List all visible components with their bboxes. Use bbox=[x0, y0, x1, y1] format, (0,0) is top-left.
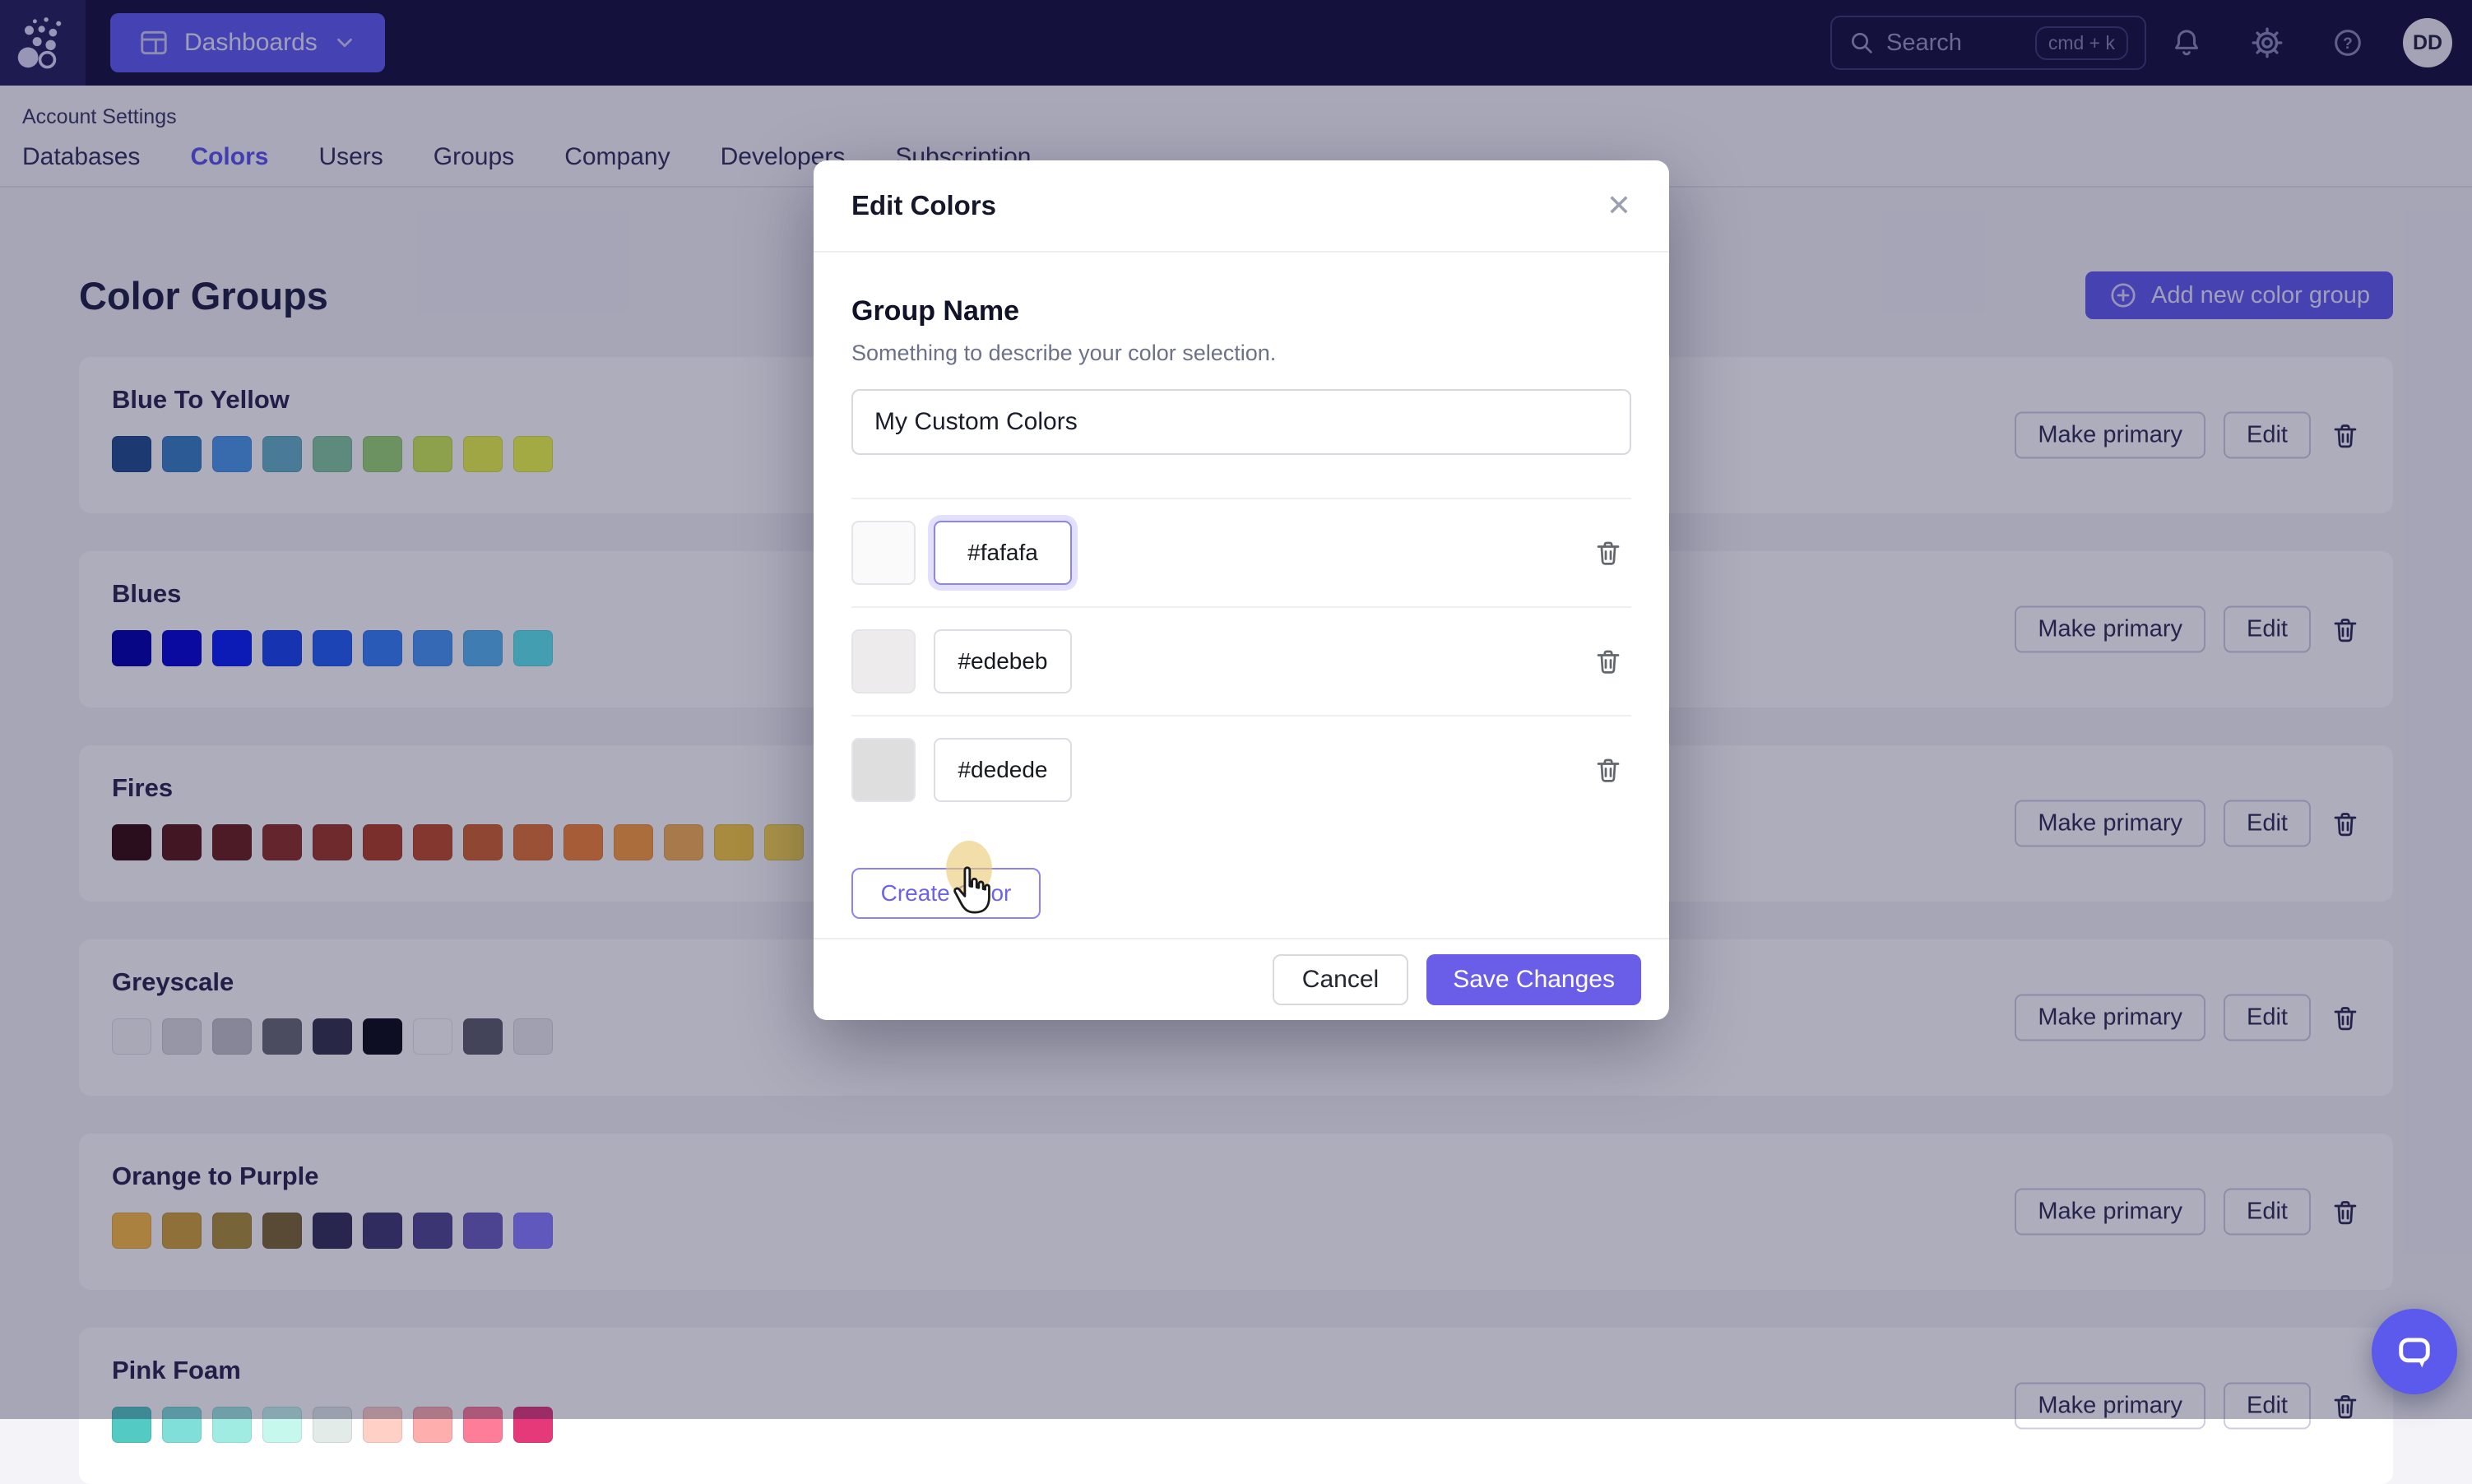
color-row bbox=[851, 499, 1631, 606]
close-icon[interactable]: ✕ bbox=[1607, 191, 1631, 220]
color-preview-swatch[interactable] bbox=[851, 521, 916, 585]
trash-icon bbox=[1593, 647, 1623, 676]
save-changes-button[interactable]: Save Changes bbox=[1426, 954, 1641, 1005]
color-preview-swatch[interactable] bbox=[851, 629, 916, 693]
group-name-label: Group Name bbox=[851, 295, 1631, 327]
delete-color-button[interactable] bbox=[1593, 647, 1623, 676]
hex-code-input[interactable] bbox=[934, 738, 1072, 802]
color-row bbox=[851, 608, 1631, 715]
chat-widget-button[interactable] bbox=[2372, 1309, 2457, 1394]
hex-code-input[interactable] bbox=[934, 521, 1072, 585]
trash-icon bbox=[1593, 755, 1623, 785]
hex-code-input[interactable] bbox=[934, 629, 1072, 693]
color-preview-swatch[interactable] bbox=[851, 738, 916, 802]
hand-pointer-icon bbox=[947, 864, 993, 921]
speech-bubble-icon bbox=[2393, 1330, 2436, 1373]
trash-icon bbox=[1593, 538, 1623, 568]
delete-color-button[interactable] bbox=[1593, 755, 1623, 785]
edit-colors-modal: Edit Colors ✕ Group Name Something to de… bbox=[814, 160, 1669, 1020]
delete-color-button[interactable] bbox=[1593, 538, 1623, 568]
cancel-button[interactable]: Cancel bbox=[1273, 954, 1408, 1005]
color-row bbox=[851, 716, 1631, 823]
modal-title: Edit Colors bbox=[851, 190, 996, 221]
group-name-help: Something to describe your color selecti… bbox=[851, 341, 1631, 366]
group-name-input[interactable] bbox=[851, 389, 1631, 455]
